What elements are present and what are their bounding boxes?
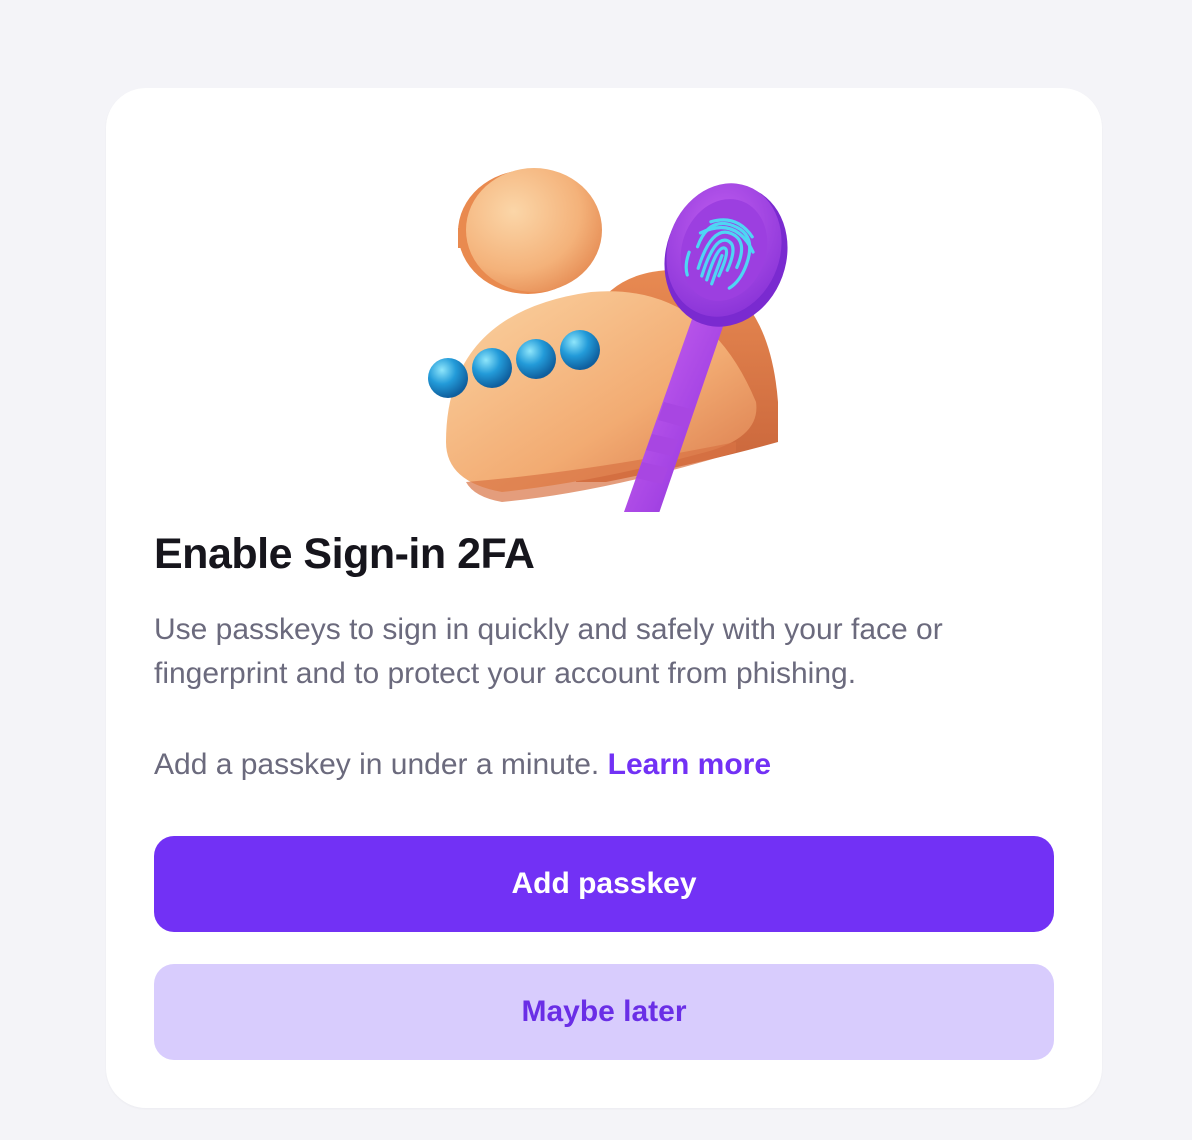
- person-head-shape: [458, 168, 602, 294]
- learn-more-link[interactable]: Learn more: [608, 748, 771, 781]
- hint-label: Add a passkey in under a minute.: [154, 748, 600, 781]
- hint-text: Add a passkey in under a minute. Learn m…: [154, 743, 771, 787]
- enable-2fa-card: Enable Sign-in 2FA Use passkeys to sign …: [106, 88, 1102, 1108]
- add-passkey-button[interactable]: Add passkey: [154, 836, 1054, 932]
- card-description: Use passkeys to sign in quickly and safe…: [154, 613, 943, 690]
- passkey-illustration: [406, 152, 806, 522]
- passkey-user-key-icon: [428, 168, 788, 522]
- maybe-later-button[interactable]: Maybe later: [154, 964, 1054, 1060]
- card-title: Enable Sign-in 2FA: [154, 530, 535, 578]
